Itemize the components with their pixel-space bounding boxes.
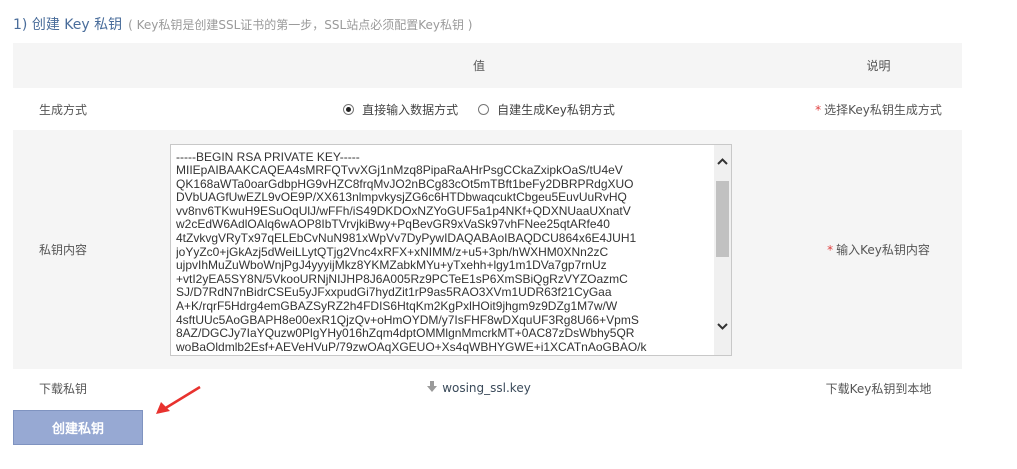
key-label: 私钥内容 (39, 243, 88, 257)
table-header-row: 值 说明 (13, 43, 962, 88)
section-title: 1) 创建 Key 私钥 (13, 17, 123, 33)
private-key-content[interactable]: -----BEGIN RSA PRIVATE KEY----- MIIEpAIB… (176, 151, 713, 355)
textarea-scrollbar[interactable] (714, 144, 731, 355)
download-arrow-icon[interactable] (427, 381, 438, 395)
section-header: 1) 创建 Key 私钥 ( Key私钥是创建SSL证书的第一步，SSL站点必须… (13, 14, 472, 36)
scroll-thumb[interactable] (716, 180, 729, 257)
download-key-link[interactable]: wosing_ssl.key (442, 381, 531, 395)
key-desc: * 输入Key私钥内容 (795, 241, 962, 258)
radio-direct-input[interactable]: 直接输入数据方式 (343, 101, 458, 118)
download-label: 下载私钥 (39, 381, 88, 396)
section-note: ( Key私钥是创建SSL证书的第一步，SSL站点必须配置Key私钥 ) (128, 18, 473, 32)
radio-self-generate-control[interactable] (478, 103, 490, 115)
create-key-button[interactable]: 创建私钥 (13, 410, 143, 445)
download-cell: wosing_ssl.key (163, 381, 795, 395)
required-marker: * (815, 102, 822, 117)
key-table: 值 说明 生成方式 直接输入数据方式 自建生成Key私钥方式 * 选择Key私钥生… (13, 43, 962, 407)
header-value: 值 (472, 59, 485, 73)
key-value-cell: -----BEGIN RSA PRIVATE KEY----- MIIEpAIB… (163, 143, 795, 356)
radio-direct-input-control[interactable] (343, 103, 355, 115)
method-label: 生成方式 (39, 102, 88, 117)
method-options: 直接输入数据方式 自建生成Key私钥方式 (163, 101, 795, 118)
method-desc-text: 选择Key私钥生成方式 (824, 102, 942, 117)
key-desc-text: 输入Key私钥内容 (836, 243, 930, 257)
radio-self-generate[interactable]: 自建生成Key私钥方式 (478, 101, 615, 118)
header-desc: 说明 (866, 59, 891, 73)
method-desc: * 选择Key私钥生成方式 (795, 101, 962, 118)
radio-direct-input-label: 直接输入数据方式 (362, 102, 459, 117)
annotation-arrow-icon (156, 385, 201, 414)
method-row: 生成方式 直接输入数据方式 自建生成Key私钥方式 * 选择Key私钥生成方式 (13, 88, 962, 130)
download-desc: 下载Key私钥到本地 (825, 381, 932, 396)
required-marker: * (827, 243, 834, 257)
radio-self-generate-label: 自建生成Key私钥方式 (497, 102, 615, 117)
scroll-down-icon[interactable] (714, 318, 731, 335)
scroll-up-icon[interactable] (714, 153, 731, 170)
private-key-textarea[interactable]: -----BEGIN RSA PRIVATE KEY----- MIIEpAIB… (170, 143, 732, 356)
key-row: 私钥内容 -----BEGIN RSA PRIVATE KEY----- MII… (13, 130, 962, 369)
